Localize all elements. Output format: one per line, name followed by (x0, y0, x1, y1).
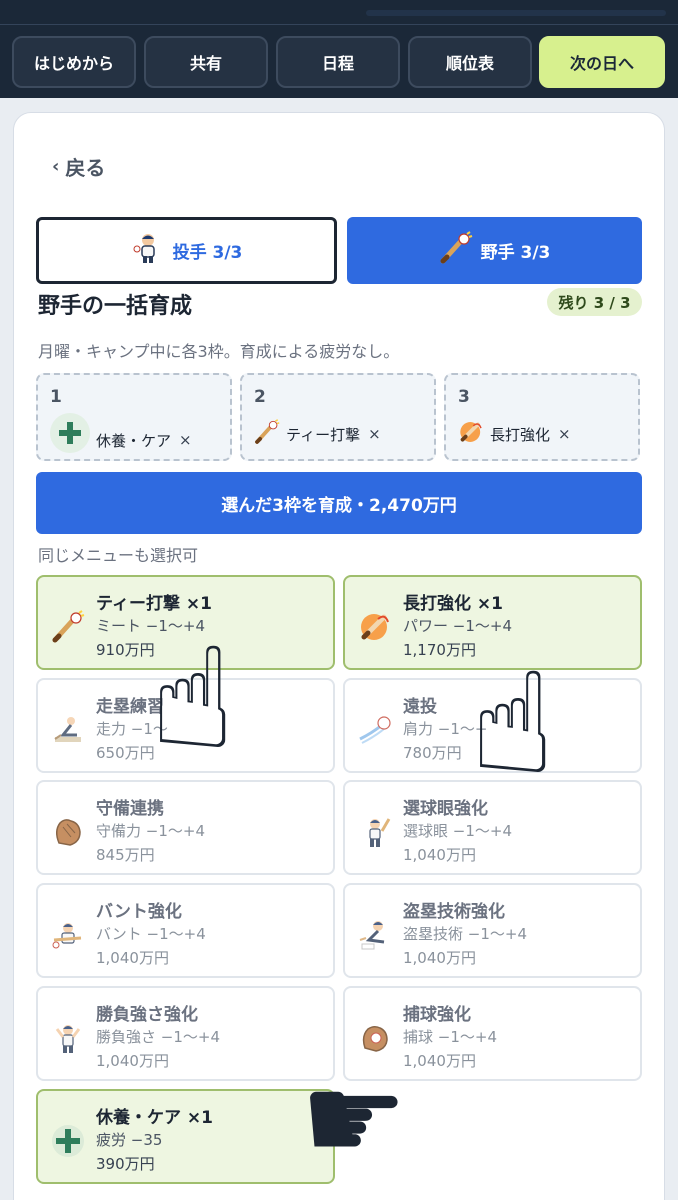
slot-1[interactable]: 1 休養・ケア × (36, 373, 232, 461)
slot-number: 3 (458, 387, 470, 407)
glove-icon (50, 814, 86, 850)
slot-2[interactable]: 2 ティー打撃 × (240, 373, 436, 461)
menu-item-effect: バント −1〜+4 (96, 925, 206, 943)
menu-item-name: 遠投 (403, 697, 437, 717)
slot-remove[interactable]: × (558, 425, 571, 443)
menu-item-price: 1,040万円 (403, 1052, 476, 1070)
bat-ball-icon (50, 609, 86, 645)
menu-item-price: 780万円 (403, 744, 462, 762)
menu-item-name: バント強化 (96, 902, 182, 922)
menu-item-name: 捕球強化 (403, 1005, 471, 1025)
back-link[interactable]: ‹ 戻る (52, 152, 105, 181)
menu-item-price: 910万円 (96, 641, 155, 659)
nav-next-day-button[interactable]: 次の日へ (539, 36, 665, 88)
nav-schedule-button[interactable]: 日程 (276, 36, 400, 88)
menu-item-price: 1,040万円 (96, 1052, 169, 1070)
menu-item-price: 1,040万円 (96, 949, 169, 967)
menu-item-name: 休養・ケア ×1 (96, 1108, 213, 1128)
status-strip (366, 10, 666, 16)
same-menu-note: 同じメニューも選択可 (38, 546, 199, 565)
tab-pitcher[interactable]: 投手 3/3 (36, 217, 337, 284)
training-menu-item[interactable]: 勝負強さ強化勝負強さ −1〜+4 1,040万円 (36, 986, 335, 1081)
menu-item-effect: 疲労 −35 (96, 1131, 163, 1149)
bat-ball-icon (439, 231, 473, 270)
clutch-player-icon (50, 1020, 86, 1056)
remaining-badge: 残り 3 / 3 (547, 288, 642, 316)
pointing-hand-icon: ☝ (150, 618, 236, 781)
menu-item-effect: 勝負強さ −1〜+4 (96, 1028, 220, 1046)
slot-number: 1 (50, 387, 62, 407)
pointing-hand-right-icon: ☛ (300, 1050, 408, 1189)
slot-label: 長打強化 (490, 425, 551, 444)
menu-item-price: 390万円 (96, 1155, 155, 1173)
menu-item-price: 1,170万円 (403, 641, 476, 659)
pointing-hand-icon: ☝ (470, 643, 556, 806)
plus-icon (50, 1123, 86, 1159)
batter-icon (357, 814, 393, 850)
menu-item-name: 長打強化 ×1 (403, 594, 503, 614)
training-menu-item[interactable]: 守備連携守備力 −1〜+4 845万円 (36, 780, 335, 875)
base-steal-icon (357, 917, 393, 953)
menu-item-effect: 守備力 −1〜+4 (96, 822, 205, 840)
train-selected-button[interactable]: 選んだ3枠を育成・2,470万円 (36, 472, 642, 534)
slot-3[interactable]: 3 長打強化 × (444, 373, 640, 461)
bunt-player-icon (50, 917, 86, 953)
plus-icon (50, 413, 90, 453)
menu-item-price: 650万円 (96, 744, 155, 762)
menu-item-name: ティー打撃 ×1 (96, 594, 212, 614)
slot-label: ティー打撃 (286, 425, 361, 444)
menu-item-price: 1,040万円 (403, 846, 476, 864)
training-menu-item[interactable]: 盗塁技術強化盗塁技術 −1〜+4 1,040万円 (343, 883, 642, 978)
menu-item-price: 1,040万円 (403, 949, 476, 967)
menu-item-name: 守備連携 (96, 799, 164, 819)
throw-ball-icon (357, 712, 393, 748)
fire-bat-icon (357, 609, 393, 645)
menu-item-price: 845万円 (96, 846, 155, 864)
slide-runner-icon (50, 712, 86, 748)
tab-fielder[interactable]: 野手 3/3 (347, 217, 642, 284)
menu-item-effect: 選球眼 −1〜+4 (403, 822, 512, 840)
back-label: 戻る (65, 156, 106, 180)
slot-label: 休養・ケア (96, 431, 172, 450)
slot-remove[interactable]: × (179, 431, 192, 449)
training-menu-item[interactable]: バント強化バント −1〜+4 1,040万円 (36, 883, 335, 978)
slot-number: 2 (254, 387, 266, 407)
fire-bat-icon (458, 419, 484, 449)
menu-item-effect: 捕球 −1〜+4 (403, 1028, 497, 1046)
nav-share-button[interactable]: 共有 (144, 36, 268, 88)
pitcher-icon (131, 231, 165, 270)
tab-fielder-label: 野手 3/3 (480, 243, 551, 263)
nav-restart-button[interactable]: はじめから (12, 36, 136, 88)
bat-ball-icon (254, 419, 280, 449)
section-note: 月曜・キャンプ中に各3枠。育成による疲労なし。 (38, 342, 400, 361)
section-title: 野手の一括育成 (38, 294, 193, 319)
menu-item-name: 盗塁技術強化 (403, 902, 505, 922)
menu-item-name: 勝負強さ強化 (96, 1005, 198, 1025)
divider (0, 24, 678, 25)
nav-standings-button[interactable]: 順位表 (408, 36, 532, 88)
menu-item-effect: パワー −1〜+4 (403, 617, 512, 635)
training-menu-item[interactable]: 休養・ケア ×1 疲労 −35 390万円 (36, 1089, 335, 1184)
slot-remove[interactable]: × (368, 425, 381, 443)
tab-pitcher-label: 投手 3/3 (172, 243, 243, 263)
chevron-left-icon: ‹ (52, 156, 60, 177)
menu-item-effect: 盗塁技術 −1〜+4 (403, 925, 527, 943)
